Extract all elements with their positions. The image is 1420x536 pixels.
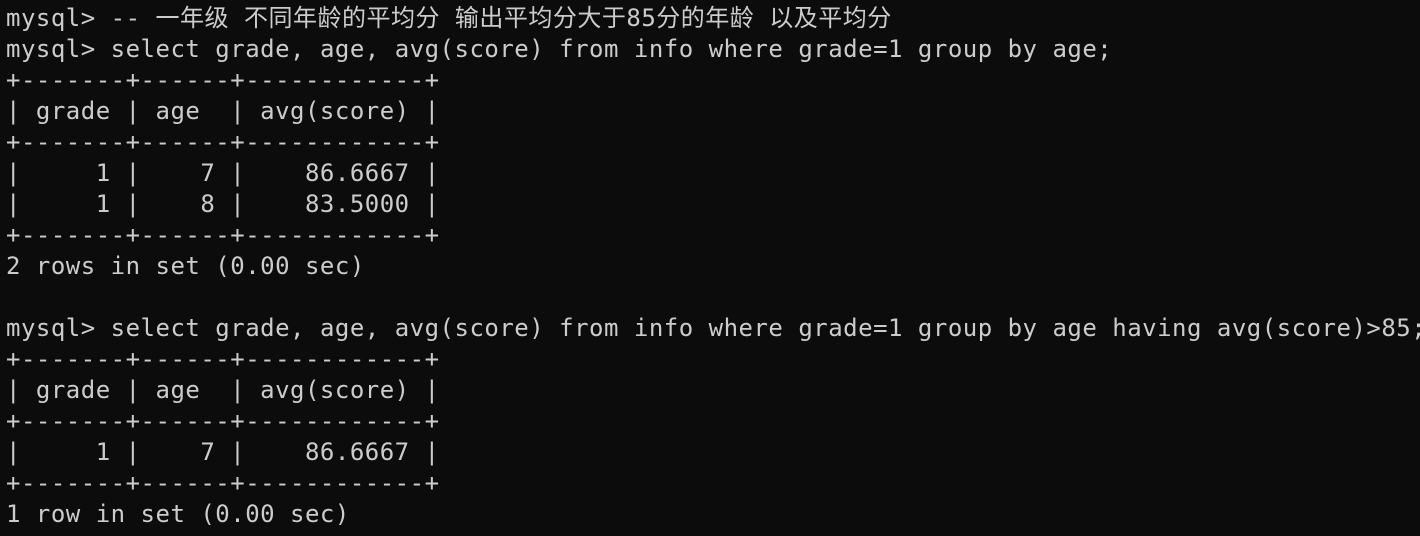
query-line-1: mysql> select grade, age, avg(score) fro… [6,34,1420,65]
table-row: | 1 | 7 | 86.6667 | [6,438,440,466]
prompt: mysql> [6,314,111,342]
table-header: | grade | age | avg(score) | [6,97,440,125]
table-border-mid: +-------+------+------------+ [6,407,440,435]
table-border-bottom: +-------+------+------------+ [6,221,440,249]
comment-line: mysql> -- 一年级 不同年龄的平均分 输出平均分大于85分的年龄 以及平… [6,3,1420,34]
table-header: | grade | age | avg(score) | [6,376,440,404]
query-text-2: select grade, age, avg(score) from info … [110,314,1420,342]
table-border-top: +-------+------+------------+ [6,345,440,373]
terminal-window[interactable]: mysql> -- 一年级 不同年龄的平均分 输出平均分大于85分的年龄 以及平… [0,0,1420,536]
table-row: | 1 | 7 | 86.6667 | [6,159,440,187]
comment-text: -- 一年级 不同年龄的平均分 输出平均分大于85分的年龄 以及平均分 [110,4,892,32]
query-line-2: mysql> select grade, age, avg(score) fro… [6,313,1420,344]
result-status-2: 1 row in set (0.00 sec) [6,500,350,528]
prompt: mysql> [6,35,111,63]
table-row: | 1 | 8 | 83.5000 | [6,190,440,218]
result-status-1: 2 rows in set (0.00 sec) [6,252,365,280]
table-border-top: +-------+------+------------+ [6,66,440,94]
query-text-1: select grade, age, avg(score) from info … [110,35,1113,63]
table-border-mid: +-------+------+------------+ [6,128,440,156]
table-border-bottom: +-------+------+------------+ [6,469,440,497]
prompt: mysql> [6,4,111,32]
